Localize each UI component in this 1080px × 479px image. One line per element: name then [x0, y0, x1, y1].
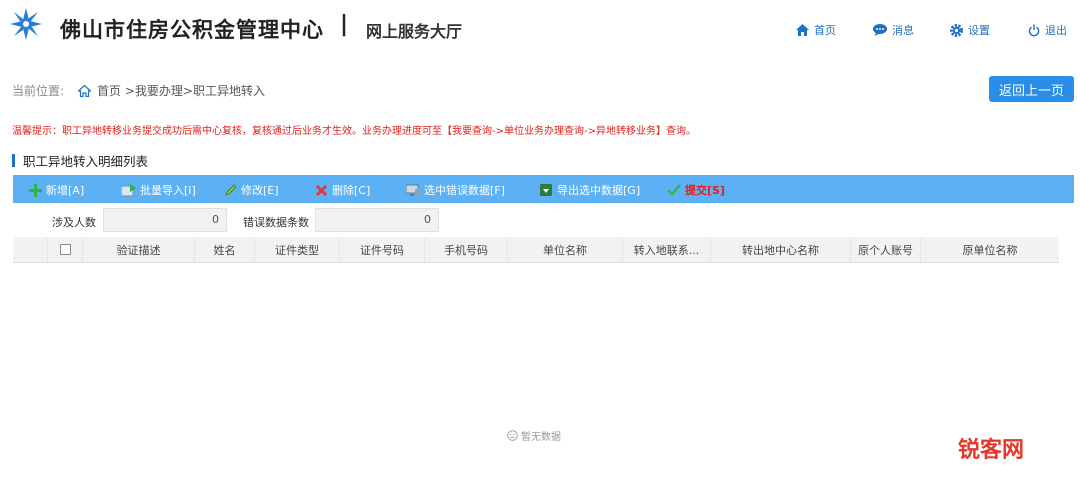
error-count-label: 错误数据条数 — [243, 216, 309, 229]
column-header[interactable]: 姓名 — [195, 237, 255, 262]
submit-button-label: 提交[S] — [685, 184, 725, 197]
site-title: 佛山市住房公积金管理中心 — [60, 18, 324, 42]
export-icon — [540, 183, 552, 196]
people-count-label: 涉及人数 — [52, 216, 96, 229]
table-header: 验证描述 姓名 证件类型 证件号码 手机号码 单位名称 转入地联系... 转出地… — [13, 237, 1059, 263]
monitor-icon — [406, 184, 420, 196]
pencil-icon — [225, 183, 237, 196]
people-count-field: 0 — [103, 208, 227, 232]
site-subtitle: 网上服务大厅 — [366, 22, 463, 41]
select-all-checkbox[interactable] — [59, 244, 71, 255]
column-header[interactable]: 证件类型 — [255, 237, 340, 262]
empty-state: 暂无数据 — [507, 428, 561, 443]
watermark: 锐客网 — [958, 438, 1025, 463]
select-errors-label: 选中错误数据[F] — [424, 184, 505, 197]
batch-import-label: 批量导入[I] — [140, 184, 196, 197]
column-header[interactable]: 原个人账号 — [851, 237, 921, 262]
nav-home-link[interactable]: 首页 — [796, 22, 836, 38]
export-selected-label: 导出选中数据[G] — [557, 184, 641, 197]
power-icon — [1028, 24, 1040, 36]
breadcrumb-label: 当前位置: — [12, 84, 65, 98]
header-spacer — [13, 237, 48, 262]
title-separator: | — [340, 12, 349, 37]
edit-button-label: 修改[E] — [241, 184, 279, 197]
select-errors-button[interactable]: 选中错误数据[F] — [406, 182, 505, 198]
batch-import-button[interactable]: 批量导入[I] — [121, 182, 196, 198]
import-icon — [121, 183, 136, 196]
checkmark-icon — [667, 184, 681, 196]
plus-icon — [29, 183, 42, 197]
select-all-cell — [48, 237, 83, 262]
back-button[interactable]: 返回上一页 — [989, 76, 1074, 102]
home-icon — [796, 24, 809, 36]
column-header[interactable]: 转入地联系... — [623, 237, 711, 262]
notice-text: 温馨提示：职工异地转移业务提交成功后需中心复核，复核通过后业务才生效。业务办理进… — [12, 126, 696, 137]
breadcrumb: 当前位置: 首页 >我要办理>职工异地转入 — [12, 82, 265, 99]
column-header[interactable]: 手机号码 — [425, 237, 508, 262]
sad-face-icon — [507, 430, 518, 441]
section-title: 职工异地转入明细列表 — [12, 151, 148, 170]
add-button-label: 新增[A] — [46, 184, 85, 197]
nav-home-label: 首页 — [814, 24, 836, 37]
message-icon — [873, 24, 887, 36]
delete-button[interactable]: 删除[C] — [315, 182, 370, 198]
edit-button[interactable]: 修改[E] — [224, 182, 279, 198]
column-header[interactable]: 单位名称 — [508, 237, 623, 262]
home-icon[interactable] — [78, 84, 92, 97]
nav-messages-label: 消息 — [892, 24, 914, 37]
logo-icon — [10, 8, 42, 40]
delete-button-label: 删除[C] — [332, 184, 371, 197]
nav-settings-link[interactable]: 设置 — [950, 22, 990, 38]
nav-logout-label: 退出 — [1045, 24, 1067, 37]
data-table: 验证描述 姓名 证件类型 证件号码 手机号码 单位名称 转入地联系... 转出地… — [13, 237, 1059, 263]
add-button[interactable]: 新增[A] — [29, 182, 84, 198]
column-header[interactable]: 验证描述 — [83, 237, 195, 262]
section-title-bar — [12, 154, 15, 167]
breadcrumb-path[interactable]: 首页 >我要办理>职工异地转入 — [97, 82, 265, 99]
section-title-text: 职工异地转入明细列表 — [23, 154, 149, 169]
error-count-field: 0 — [315, 208, 439, 232]
toolbar: 新增[A] 批量导入[I] 修改[E] 删除[C] 选中错误数据[F] 导出选中… — [13, 175, 1074, 203]
submit-button[interactable]: 提交[S] — [667, 182, 725, 198]
delete-x-icon — [315, 184, 328, 196]
column-header[interactable]: 证件号码 — [340, 237, 425, 262]
column-header[interactable]: 原单位名称 — [921, 237, 1059, 262]
nav-settings-label: 设置 — [968, 24, 990, 37]
empty-state-text: 暂无数据 — [521, 432, 561, 443]
column-header[interactable]: 转出地中心名称 — [711, 237, 851, 262]
header: 佛山市住房公积金管理中心 | 网上服务大厅 首页 消息 设置 退出 — [0, 0, 1080, 60]
nav-messages-link[interactable]: 消息 — [873, 22, 914, 38]
nav-logout-link[interactable]: 退出 — [1028, 22, 1067, 38]
export-selected-button[interactable]: 导出选中数据[G] — [540, 182, 640, 198]
gear-icon — [950, 23, 963, 37]
